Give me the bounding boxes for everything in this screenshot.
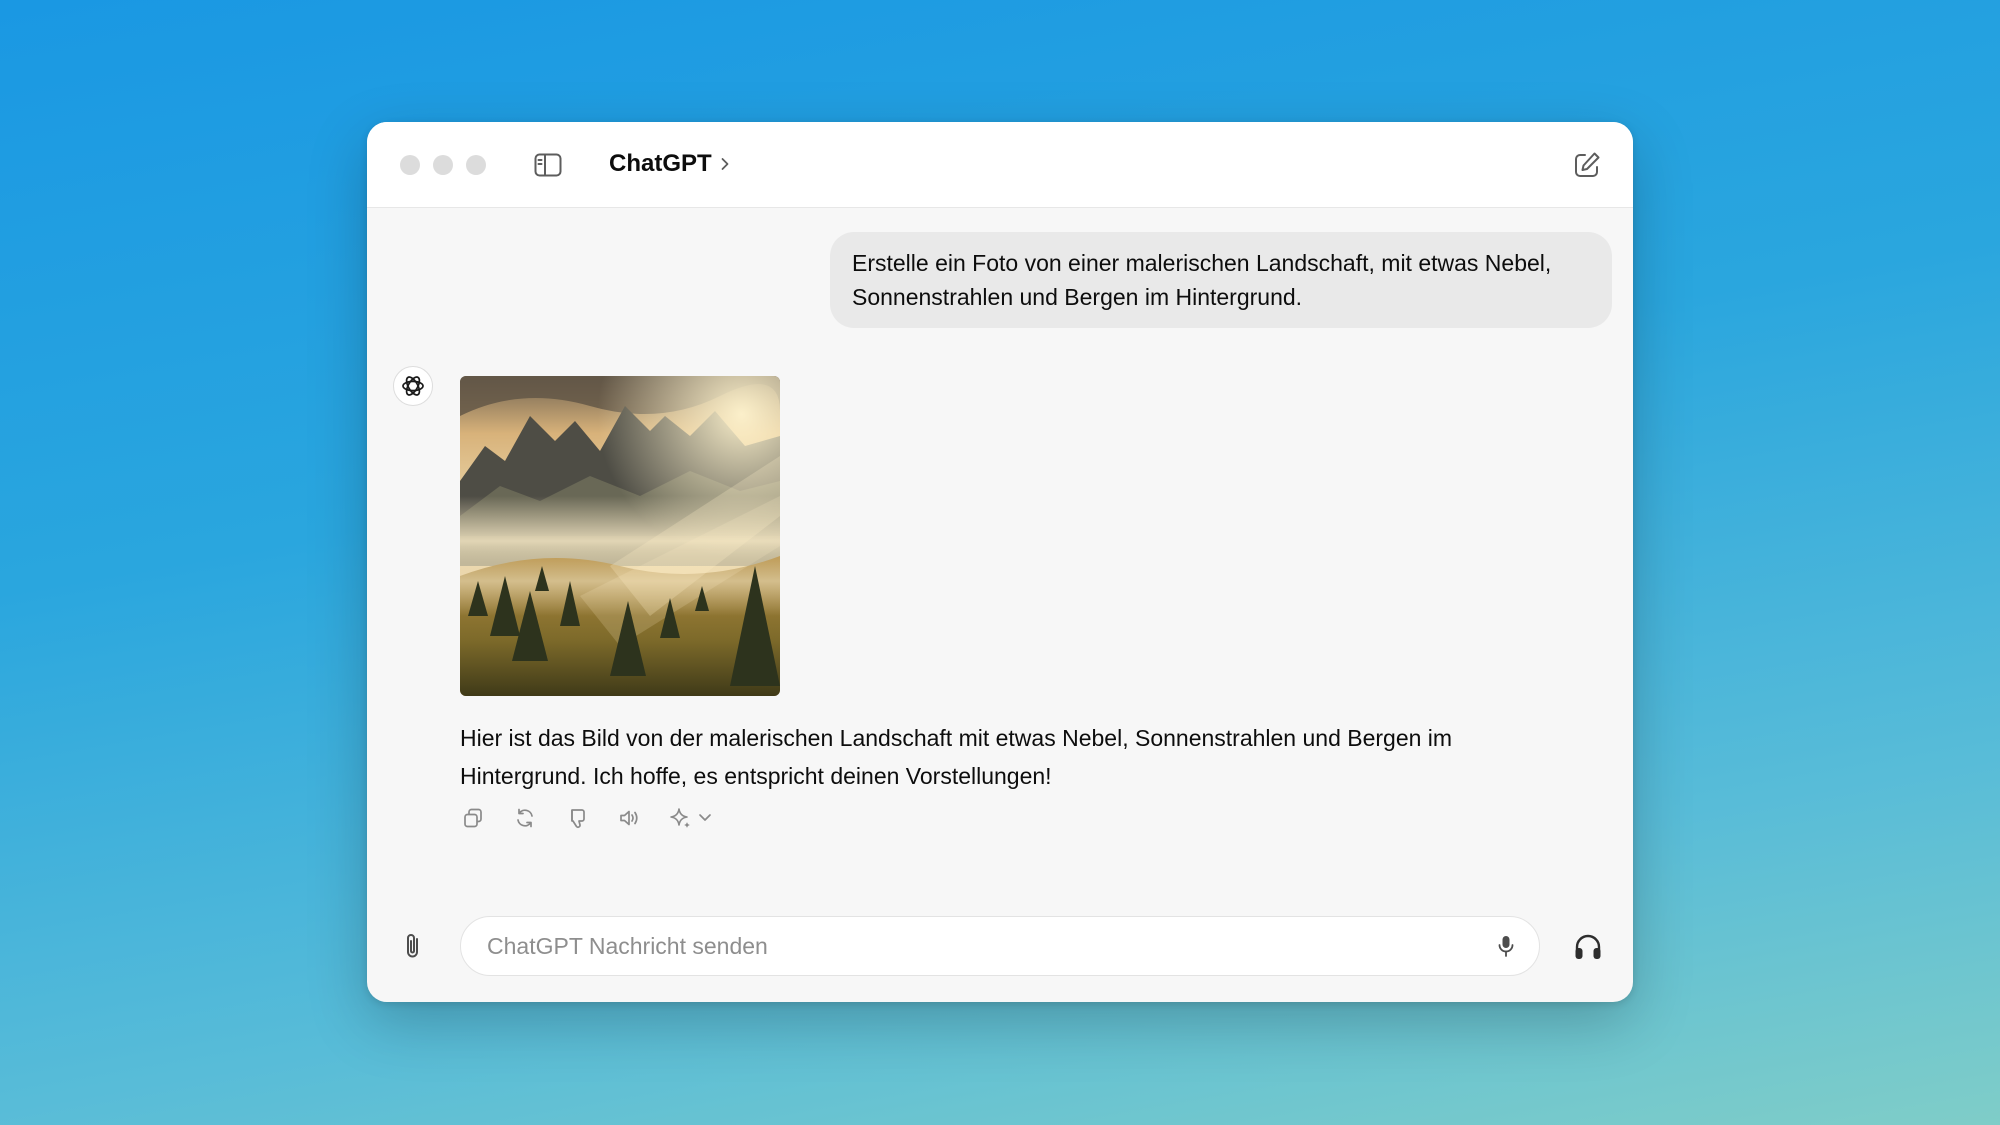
speaker-icon [620, 810, 638, 826]
copy-icon [464, 808, 482, 828]
copy-button[interactable] [460, 805, 486, 831]
assistant-message: Hier ist das Bild von der malerischen La… [460, 725, 1453, 789]
user-message: Erstelle ein Foto von einer malerischen … [830, 232, 1612, 328]
compose-icon [1575, 152, 1600, 177]
refresh-icon [517, 808, 533, 828]
window-minimize-button[interactable] [433, 155, 453, 175]
assistant-avatar [393, 366, 433, 406]
paperclip-icon [407, 934, 418, 958]
message-composer [460, 916, 1540, 976]
read-aloud-button[interactable] [616, 805, 642, 831]
thumbs-down-icon [571, 809, 585, 829]
title-bar: ChatGPT [367, 122, 1633, 208]
microphone-icon [1498, 936, 1514, 957]
dictate-button[interactable] [1493, 933, 1519, 959]
attach-button[interactable] [397, 930, 431, 964]
voice-mode-button[interactable] [1571, 930, 1605, 964]
chevron-right-icon [718, 157, 732, 171]
generated-landscape-image[interactable] [460, 376, 780, 696]
window-title: ChatGPT [609, 150, 712, 177]
window-maximize-button[interactable] [466, 155, 486, 175]
new-chat-button[interactable] [1571, 149, 1603, 181]
regenerate-button[interactable] [512, 805, 538, 831]
window-close-button[interactable] [400, 155, 420, 175]
sparkle-icon [670, 808, 711, 828]
bad-response-button[interactable] [564, 805, 590, 831]
headphones-icon [1575, 934, 1601, 959]
message-actions [460, 805, 720, 831]
sidebar-toggle-icon[interactable] [532, 149, 564, 181]
message-input[interactable] [487, 917, 1447, 975]
app-window: ChatGPT Erstelle ein Foto von einer male… [367, 122, 1633, 1002]
openai-logo-icon [402, 376, 424, 396]
switch-model-button[interactable] [668, 805, 720, 831]
model-selector[interactable]: ChatGPT [609, 147, 732, 181]
